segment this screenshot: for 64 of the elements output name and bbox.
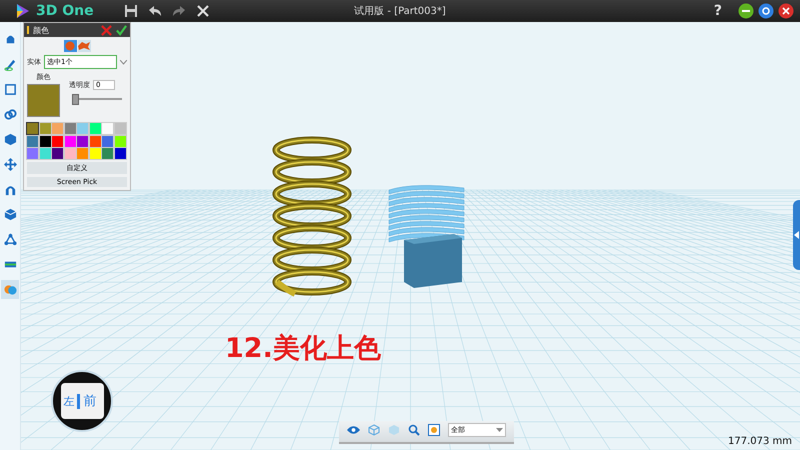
caret-icon[interactable] — [120, 60, 127, 64]
face-mode-button[interactable] — [64, 40, 76, 52]
cube-icon — [4, 133, 16, 146]
palette-icon — [4, 283, 16, 296]
color-swatch[interactable] — [114, 123, 126, 134]
close-icon[interactable] — [778, 3, 794, 19]
eye-icon[interactable] — [347, 425, 360, 435]
color-swatch[interactable] — [40, 136, 50, 146]
nodes-icon — [4, 233, 16, 246]
minimize-icon[interactable] — [738, 3, 754, 19]
help-button[interactable]: ? — [714, 3, 722, 19]
color-swatch[interactable] — [114, 148, 126, 159]
color-swatch[interactable] — [77, 136, 88, 146]
body-mode-button[interactable] — [78, 40, 90, 52]
filter-icon[interactable] — [428, 424, 440, 436]
side-panel-tab[interactable] — [793, 200, 800, 270]
move-icon — [4, 158, 16, 171]
color-swatch[interactable] — [102, 148, 113, 159]
save-icon[interactable] — [124, 4, 138, 18]
color-swatch[interactable] — [90, 123, 100, 134]
cancel-icon[interactable] — [101, 24, 112, 36]
color-swatch[interactable] — [77, 148, 88, 159]
color-swatch[interactable] — [102, 136, 113, 146]
color-swatch[interactable] — [114, 136, 126, 146]
app-name: 3D One — [36, 3, 94, 19]
view-cube[interactable]: 左 前 — [51, 370, 113, 432]
color-swatch[interactable] — [40, 148, 50, 159]
close-icon[interactable] — [196, 4, 210, 18]
color-swatch[interactable] — [27, 148, 38, 159]
color-swatch[interactable] — [52, 136, 63, 146]
search-icon[interactable] — [408, 424, 420, 436]
panel-title: 颜色 — [33, 24, 50, 36]
shape-icon — [78, 41, 90, 51]
slider-thumb[interactable] — [72, 94, 79, 105]
measurement-text: 177.073 mm — [728, 436, 792, 447]
pen-icon — [4, 58, 16, 71]
color-swatch[interactable] — [64, 123, 76, 134]
sphere-icon — [65, 41, 75, 51]
maximize-icon[interactable] — [758, 3, 774, 19]
color-swatch[interactable] — [52, 123, 63, 134]
confirm-icon[interactable] — [116, 24, 127, 36]
toolbar-button[interactable] — [1, 280, 19, 299]
sketch-icon — [4, 83, 16, 96]
window-title: 试用版 - [Part003*] — [354, 4, 446, 18]
box-icon — [4, 208, 16, 221]
color-swatch[interactable] — [27, 123, 38, 134]
color-swatch[interactable] — [27, 136, 38, 146]
caret-icon — [496, 428, 503, 432]
link-icon — [4, 108, 16, 121]
undo-icon[interactable] — [148, 4, 162, 18]
color-swatch[interactable] — [77, 123, 88, 134]
redo-icon[interactable] — [172, 4, 186, 18]
color-swatch[interactable] — [90, 136, 100, 146]
caption-text: 12.美化上色 — [225, 332, 381, 366]
color-swatch[interactable] — [102, 123, 113, 134]
color-swatch[interactable] — [90, 148, 100, 159]
color-swatch[interactable] — [52, 148, 63, 159]
wireframe-cube-icon[interactable] — [368, 424, 380, 436]
color-swatch[interactable] — [40, 123, 50, 134]
arrow-icon — [794, 231, 799, 239]
color-swatch[interactable] — [64, 136, 76, 146]
color-swatch[interactable] — [64, 148, 76, 159]
front-face-label: 前 — [84, 393, 96, 410]
left-face-label: 左 — [64, 394, 80, 408]
